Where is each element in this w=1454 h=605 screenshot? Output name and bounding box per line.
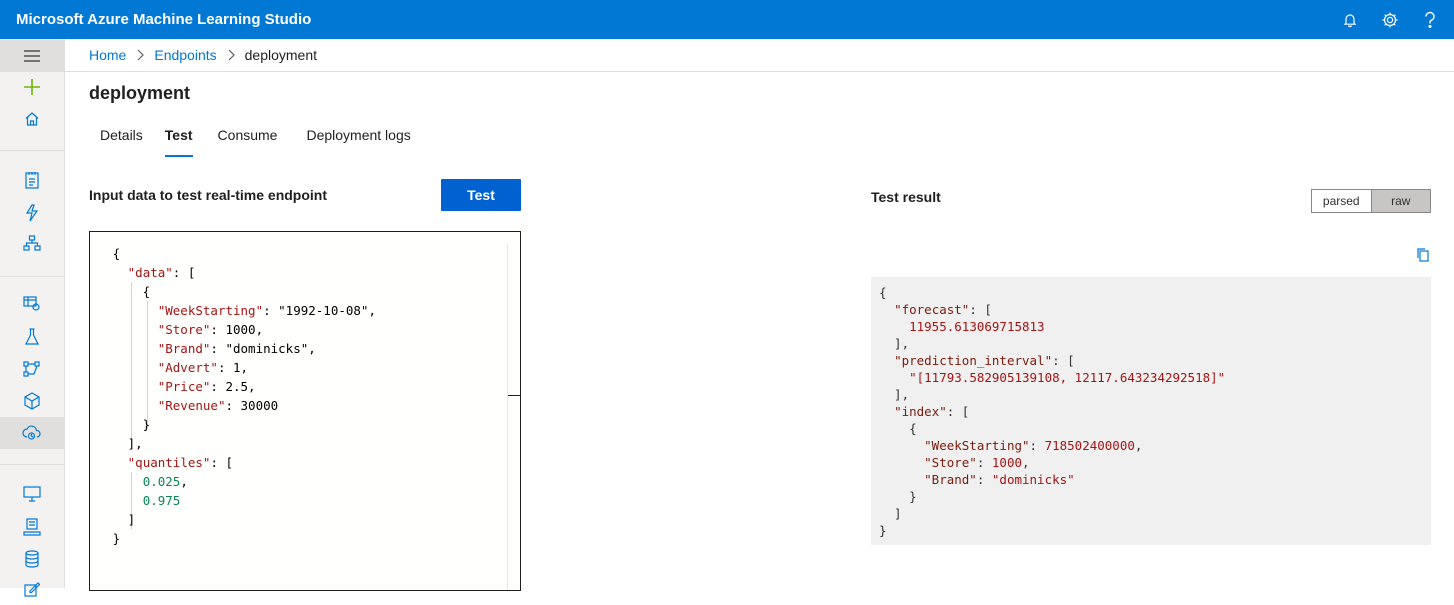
result-json-line: "forecast": [	[894, 302, 992, 317]
result-format-toggle: parsed raw	[1311, 189, 1431, 213]
result-json-line: "Store": 1000,	[924, 455, 1030, 470]
new-icon[interactable]	[0, 71, 64, 103]
input-json-line: }	[90, 417, 151, 432]
endpoints-icon[interactable]	[0, 417, 64, 449]
input-json-editor[interactable]: { "data": [ { "WeekStarting": "1992-10-0…	[89, 231, 521, 591]
tab-deployment-logs[interactable]: Deployment logs	[288, 127, 421, 157]
top-bar: Microsoft Azure Machine Learning Studio	[0, 0, 1454, 39]
result-json-line: }	[879, 523, 887, 538]
experiments-icon[interactable]	[0, 321, 64, 353]
input-json-line: "WeekStarting": "1992-10-08",	[157, 303, 376, 318]
input-json-line: {	[90, 246, 121, 261]
editor-scrollbar[interactable]	[507, 244, 508, 590]
input-json-line: "Store": 1000,	[157, 322, 264, 337]
designer-icon[interactable]	[0, 227, 64, 259]
result-json-line: "prediction_interval": [	[894, 353, 1075, 368]
input-json-line: "Price": 2.5,	[157, 379, 256, 394]
compute-icon[interactable]	[0, 478, 64, 510]
menu-icon[interactable]	[0, 40, 64, 72]
result-json-line: ],	[879, 336, 910, 351]
input-json-code: { "data": [ { "WeekStarting": "1992-10-0…	[90, 244, 376, 548]
tab-details[interactable]: Details	[89, 127, 154, 157]
input-json-line: ],	[90, 436, 143, 451]
breadcrumb-current: deployment	[244, 47, 318, 63]
side-navigation	[0, 39, 65, 597]
home-icon[interactable]	[0, 103, 64, 135]
input-json-line: }	[90, 531, 121, 546]
result-json-code: { "forecast": [ 11955.613069715813 ], "p…	[879, 284, 1225, 539]
result-json-line: }	[879, 489, 917, 504]
input-json-line: "quantiles": [	[127, 455, 234, 470]
tab-consume[interactable]: Consume	[204, 127, 289, 157]
datasets-icon[interactable]	[0, 287, 64, 319]
environments-icon[interactable]	[0, 511, 64, 543]
help-icon[interactable]	[1410, 0, 1450, 39]
copy-icon[interactable]	[1415, 247, 1431, 263]
tab-bar: Details Test Consume Deployment logs	[89, 127, 422, 159]
test-result-label: Test result	[871, 189, 941, 205]
result-json-line: "[11793.582905139108, 12117.643234292518…	[909, 370, 1226, 385]
page-title: deployment	[89, 83, 191, 103]
models-icon[interactable]	[0, 385, 64, 417]
result-json-line: {	[879, 285, 887, 300]
input-json-line: ]	[90, 512, 136, 527]
toggle-raw[interactable]: raw	[1370, 190, 1430, 212]
input-json-line: "Revenue": 30000	[157, 398, 279, 413]
result-json-line: "Brand": "dominicks"	[924, 472, 1075, 487]
input-json-line: "data": [	[127, 265, 196, 280]
breadcrumb: Home Endpoints deployment	[65, 39, 1454, 72]
input-json-line: 0.975	[142, 493, 181, 508]
pipelines-icon[interactable]	[0, 353, 64, 385]
input-data-label: Input data to test real-time endpoint	[89, 187, 328, 203]
breadcrumb-home[interactable]: Home	[89, 47, 126, 63]
labeling-icon[interactable]	[0, 573, 64, 605]
gear-icon[interactable]	[1370, 0, 1410, 39]
input-json-line: {	[90, 284, 151, 299]
result-json-line: ],	[879, 387, 910, 402]
result-json-line: "WeekStarting": 718502400000,	[924, 438, 1143, 453]
test-result-box: { "forecast": [ 11955.613069715813 ], "p…	[871, 277, 1431, 545]
tab-test[interactable]: Test	[154, 127, 204, 157]
test-button[interactable]: Test	[441, 179, 521, 211]
chevron-right-icon	[126, 49, 154, 61]
editor-overview-marker	[508, 395, 520, 396]
datastores-icon[interactable]	[0, 543, 64, 575]
result-json-line: "index": [	[894, 404, 970, 419]
notebooks-icon[interactable]	[0, 164, 64, 196]
result-json-line: 11955.613069715813	[909, 319, 1045, 334]
bell-icon[interactable]	[1330, 0, 1370, 39]
input-json-line: "Brand": "dominicks",	[157, 341, 316, 356]
chevron-right-icon	[217, 49, 245, 61]
input-json-line: "Advert": 1,	[157, 360, 249, 375]
automl-icon[interactable]	[0, 197, 64, 229]
input-json-line: 0.025,	[142, 474, 188, 489]
result-json-line: ]	[879, 506, 902, 521]
toggle-parsed[interactable]: parsed	[1312, 190, 1371, 212]
app-title: Microsoft Azure Machine Learning Studio	[16, 11, 312, 28]
result-json-line: {	[879, 421, 917, 436]
breadcrumb-endpoints[interactable]: Endpoints	[154, 47, 216, 63]
